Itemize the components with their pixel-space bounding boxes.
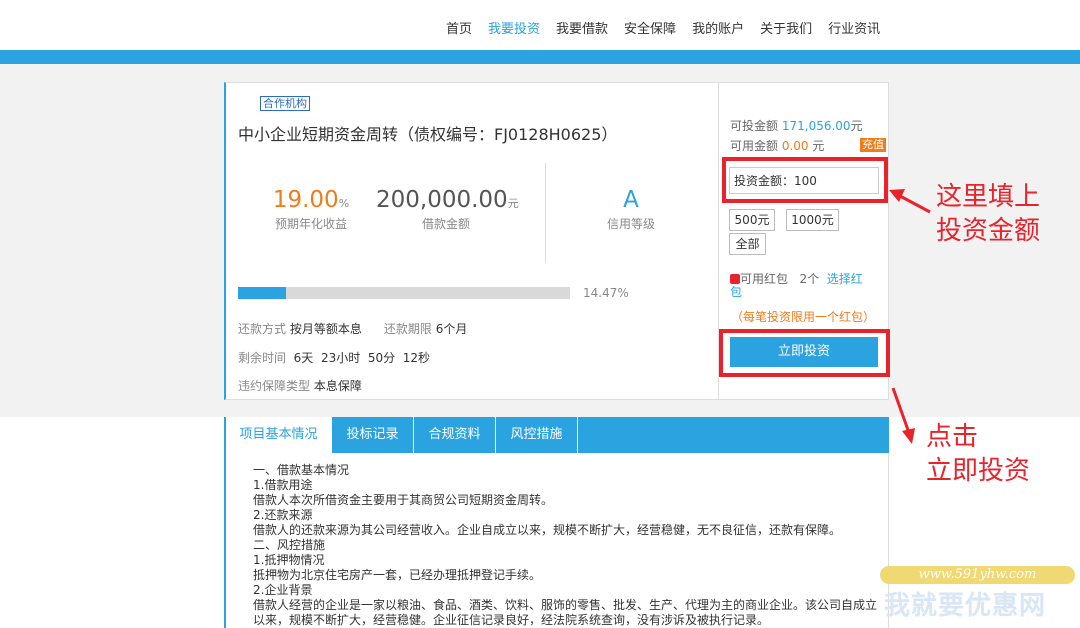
nav-borrow[interactable]: 我要借款 bbox=[556, 18, 608, 37]
available-unit: 元 bbox=[850, 119, 863, 133]
content-line: 1.借款用途 bbox=[253, 478, 313, 492]
quick-all-button[interactable]: 全部 bbox=[729, 233, 766, 255]
remain-secs: 12秒 bbox=[402, 351, 431, 365]
content-line: 借款人本次所借资金主要用于其商贸公司短期资金周转。 bbox=[253, 493, 554, 507]
hongbao-line: 可用红包 2个 选择红包 bbox=[730, 273, 870, 299]
grade-label: 信用等级 bbox=[606, 217, 655, 231]
remain-label: 剩余时间 bbox=[238, 351, 287, 365]
amount-value: 200,000.00 bbox=[376, 187, 508, 213]
content-line: 2.还款来源 bbox=[253, 508, 313, 522]
tab-risk-control[interactable]: 风控措施 bbox=[496, 417, 578, 453]
content-line: 2.企业背景 bbox=[253, 583, 313, 597]
watermark-logo: 我就要优惠网 bbox=[884, 591, 1047, 621]
amount-stat: 200,000.00元 借款金额 bbox=[376, 187, 519, 232]
quick-1000-button[interactable]: 1000元 bbox=[786, 209, 839, 231]
balance-amount: 0.00 bbox=[781, 139, 809, 153]
partner-tag: 合作机构 bbox=[260, 96, 310, 111]
nav-security[interactable]: 安全保障 bbox=[624, 18, 676, 37]
amount-label: 借款金额 bbox=[421, 217, 470, 231]
tab-content: 一、借款基本情况 1.借款用途 借款人本次所借资金主要用于其商贸公司短期资金周转… bbox=[224, 453, 889, 628]
tab-bid-records[interactable]: 投标记录 bbox=[332, 417, 414, 453]
annotation-line: 投资金额 bbox=[936, 216, 1041, 246]
repay-label: 还款方式 bbox=[238, 322, 287, 336]
available-line: 可投金额 171,056.00元 bbox=[730, 117, 863, 134]
tab-compliance[interactable]: 合规资料 bbox=[414, 417, 496, 453]
rate-unit: % bbox=[338, 197, 350, 210]
hongbao-icon bbox=[730, 274, 740, 284]
invest-amount-input[interactable]: 投资金额：100 bbox=[729, 167, 879, 194]
content-line: 一、借款基本情况 bbox=[253, 463, 350, 477]
annotation-click-invest: 点击 立即投资 bbox=[926, 420, 1030, 488]
annotation-line: 立即投资 bbox=[926, 456, 1031, 486]
guarantee-label: 违约保障类型 bbox=[238, 379, 311, 393]
content-line: 借款人的还款来源为其公司经营收入。企业自成立以来，规模不断扩大，经营稳健，无不良… bbox=[253, 523, 842, 537]
divider bbox=[545, 163, 546, 263]
loan-card: 合作机构 中小企业短期资金周转（债权编号：FJ0128H0625） 19.00%… bbox=[224, 82, 890, 400]
term-value: 6个月 bbox=[435, 322, 468, 336]
annotation-fill-amount: 这里填上 投资金额 bbox=[936, 180, 1040, 248]
header-stripe bbox=[0, 50, 1080, 64]
grade-stat: A 信用等级 bbox=[586, 187, 676, 232]
content-line: 抵押物为北京住宅房产一套，已经办理抵押登记手续。 bbox=[253, 568, 542, 582]
invest-panel: 可投金额 171,056.00元 可用金额 0.00 元 充值 投资金额：100… bbox=[718, 83, 890, 399]
content-line: 以来，规模不断扩大，经营稳健。企业征信记录良好，经法院系统查询，没有涉诉及被执行… bbox=[253, 613, 770, 627]
hongbao-count: 2个 bbox=[799, 272, 820, 286]
content-line: 1.抵押物情况 bbox=[253, 553, 325, 567]
nav-news[interactable]: 行业资讯 bbox=[828, 18, 880, 37]
term-label: 还款期限 bbox=[383, 322, 432, 336]
balance-unit: 元 bbox=[812, 139, 825, 153]
balance-line: 可用金额 0.00 元 bbox=[730, 137, 824, 154]
hongbao-note: （每笔投资限用一个红包） bbox=[731, 310, 876, 324]
rate-stat: 19.00% 预期年化收益 bbox=[266, 187, 356, 232]
repay-value: 按月等额本息 bbox=[289, 322, 362, 336]
annotation-line: 这里填上 bbox=[936, 182, 1041, 212]
remain-hours: 23小时 bbox=[320, 351, 361, 365]
remain-info: 剩余时间 6天 23小时 50分 12秒 bbox=[238, 349, 430, 366]
detail-tabs: 项目基本情况 投标记录 合规资料 风控措施 bbox=[224, 417, 889, 453]
balance-label: 可用金额 bbox=[730, 139, 779, 153]
annotation-line: 点击 bbox=[926, 422, 979, 452]
rate-value: 19.00 bbox=[272, 187, 339, 213]
progress-percent: 14.47% bbox=[583, 286, 629, 300]
nav-about[interactable]: 关于我们 bbox=[760, 18, 812, 37]
nav-home[interactable]: 首页 bbox=[446, 18, 472, 37]
quick-500-button[interactable]: 500元 bbox=[729, 209, 775, 231]
nav-invest[interactable]: 我要投资 bbox=[488, 18, 540, 37]
watermark-url: www.591yhw.com bbox=[880, 566, 1075, 584]
progress-bar bbox=[238, 287, 570, 299]
content-line: 借款人经营的企业是一家以粮油、食品、酒类、饮料、服饰的零售、批发、生产、代理为主… bbox=[253, 598, 878, 612]
loan-title: 中小企业短期资金周转（债权编号：FJ0128H0625） bbox=[238, 125, 618, 144]
loan-details: 合作机构 中小企业短期资金周转（债权编号：FJ0128H0625） 19.00%… bbox=[226, 83, 718, 399]
guarantee-info: 违约保障类型 本息保障 bbox=[238, 377, 362, 394]
grade-value: A bbox=[623, 187, 639, 213]
top-bar: 首页 我要投资 我要借款 安全保障 我的账户 关于我们 行业资讯 bbox=[0, 0, 1080, 50]
guarantee-value: 本息保障 bbox=[313, 379, 362, 393]
content-line: 二、风控措施 bbox=[253, 538, 326, 552]
remain-days: 6天 bbox=[293, 351, 314, 365]
progress-fill bbox=[238, 287, 287, 299]
repay-info: 还款方式 按月等额本息 还款期限 6个月 bbox=[238, 320, 467, 337]
amount-unit: 元 bbox=[507, 197, 519, 210]
tab-basic-info[interactable]: 项目基本情况 bbox=[224, 417, 332, 453]
hongbao-label: 可用红包 bbox=[740, 272, 789, 286]
nav-account[interactable]: 我的账户 bbox=[692, 18, 744, 37]
available-label: 可投金额 bbox=[730, 119, 779, 133]
available-amount: 171,056.00 bbox=[781, 119, 851, 133]
remain-mins: 50分 bbox=[367, 351, 396, 365]
rate-label: 预期年化收益 bbox=[274, 217, 347, 231]
main-nav: 首页 我要投资 我要借款 安全保障 我的账户 关于我们 行业资讯 bbox=[446, 18, 896, 37]
invest-now-button[interactable]: 立即投资 bbox=[730, 337, 878, 367]
recharge-button[interactable]: 充值 bbox=[860, 138, 886, 152]
